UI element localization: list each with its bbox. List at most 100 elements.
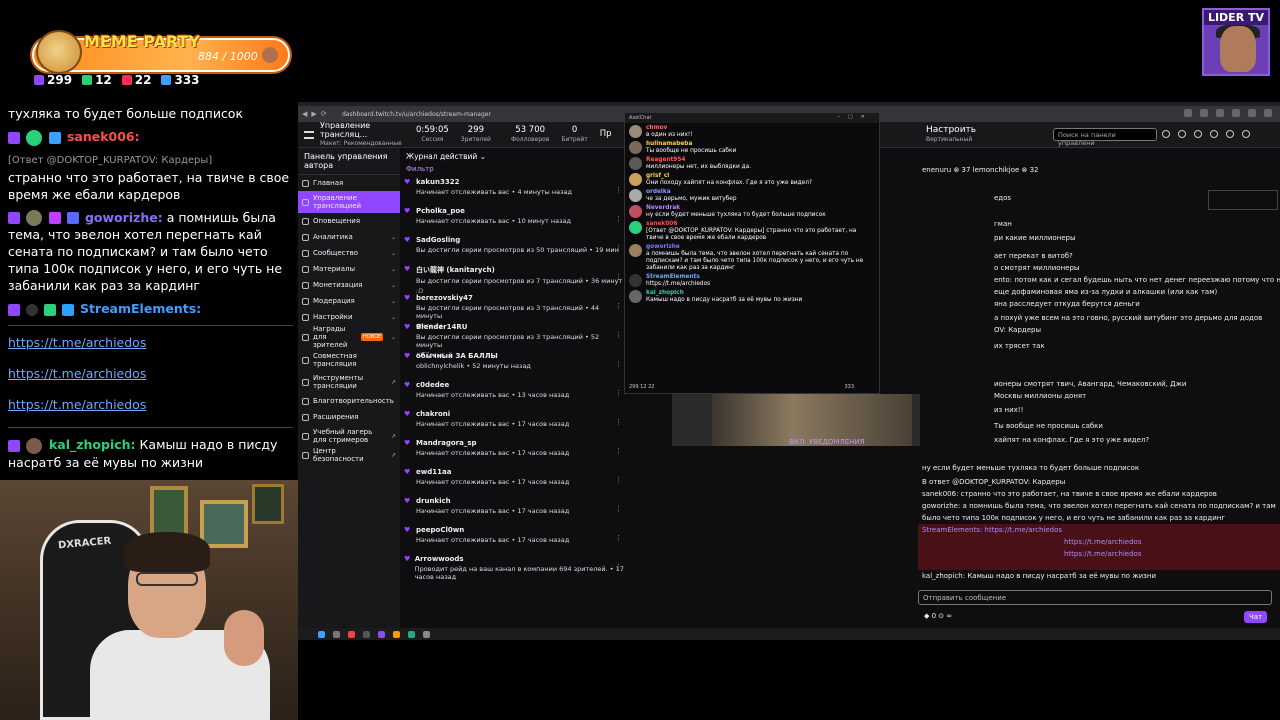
bits-icon[interactable] — [1194, 130, 1202, 138]
activity-item[interactable]: ♥ Arrowwoods Проводит рейд на ваш канал в … — [404, 555, 626, 584]
activity-item[interactable]: ♥ drunkich Начинает отслеживать вас • 17 ч… — [404, 497, 626, 526]
sidebar-item-tools[interactable]: Инструменты трансляции ↗ — [298, 371, 400, 393]
dashboard-search-input[interactable]: Поиск на панели управлени — [1053, 128, 1157, 147]
activity-user[interactable]: Blender14RU — [416, 323, 626, 331]
sidebar-item-safety[interactable]: Центр безопасности ↗ — [298, 447, 400, 463]
activity-user[interactable]: 白い龍神 (kanitarych) — [416, 265, 622, 275]
activity-item[interactable]: ♥ Mandragora_sp Начинает отслеживать вас •… — [404, 439, 626, 468]
help-icon[interactable] — [1178, 130, 1186, 138]
sidebar-item-stream-manager[interactable]: Управление трансляцией — [298, 191, 400, 213]
filter-button[interactable]: Фильтр — [406, 165, 620, 173]
notification-icon[interactable] — [1242, 130, 1250, 138]
start-icon[interactable] — [318, 630, 325, 638]
twitch-icon[interactable] — [378, 630, 385, 638]
more-options-icon[interactable]: ⋮ — [615, 476, 622, 484]
more-options-icon[interactable]: ⋮ — [615, 360, 622, 368]
sidebar-item-moderation[interactable]: Модерация ⌄ — [298, 293, 400, 309]
sidebar-item-extensions[interactable]: Расширения — [298, 409, 400, 425]
activity-user[interactable]: c0dedee — [416, 381, 569, 389]
activity-item[interactable]: ♥ обычный ЗА БАЛЛЫ oblichnylchelik • 52 ми… — [404, 352, 626, 381]
divider — [8, 325, 293, 326]
activity-user[interactable]: kakun3322 — [416, 178, 572, 186]
activity-item[interactable]: ♥ SadGosling Вы достигли серии просмотров … — [404, 236, 626, 265]
more-options-icon[interactable]: ⋮ — [615, 563, 622, 571]
send-message-input[interactable]: Отправить сообщение — [918, 590, 1272, 605]
activity-user[interactable]: chakroni — [416, 410, 569, 418]
activity-user[interactable]: berezovskiy47 — [416, 294, 626, 302]
activity-user[interactable]: обычный ЗА БАЛЛЫ — [416, 352, 531, 360]
more-options-icon[interactable]: ⋮ — [615, 447, 622, 455]
activity-user[interactable]: ewd11aa — [416, 468, 569, 476]
sidebar-item-community[interactable]: Сообщество ⌄ — [298, 245, 400, 261]
chrome-icon[interactable] — [348, 630, 355, 638]
search-icon[interactable] — [333, 630, 340, 638]
configure-button[interactable]: Настроить Вертикальный — [926, 125, 976, 145]
activity-item[interactable]: ♥ berezovskiy47 Вы достигли серии просмотр… — [404, 294, 626, 330]
window-titlebar[interactable]: AxelChat –□✕ — [625, 113, 879, 123]
app-icon[interactable] — [423, 630, 430, 638]
hamburger-menu-icon[interactable] — [304, 130, 314, 139]
notifications-toggle[interactable]: ВКЛ. УВЕДОМЛЕНИЯ — [672, 438, 982, 452]
sidebar-item-alerts[interactable]: Оповещения — [298, 213, 400, 229]
activity-user[interactable]: drunkich — [416, 497, 569, 505]
activity-user[interactable]: Pcholka_poe — [416, 207, 571, 215]
activity-user[interactable]: peepoCl0wn — [416, 526, 569, 534]
more-options-icon[interactable]: ⋮ — [615, 389, 622, 397]
follow-heart-icon: ♥ — [404, 526, 411, 534]
app-icon[interactable] — [408, 630, 415, 638]
more-options-icon[interactable]: ⋮ — [615, 505, 622, 513]
more-options-icon[interactable]: ⋮ — [615, 534, 622, 542]
sidebar-item-collab[interactable]: Совместная трансляция — [298, 349, 400, 371]
more-options-icon[interactable]: ⋮ — [615, 186, 622, 194]
activity-item[interactable]: ♥ kakun3322 Начинает отслеживать вас • 4 м… — [404, 178, 626, 207]
chevron-down-icon: ⌄ — [390, 265, 396, 273]
sidebar-item-home[interactable]: Главная — [298, 175, 400, 191]
more-options-icon[interactable]: ⋮ — [615, 418, 622, 426]
more-options-icon[interactable]: ⋮ — [615, 302, 622, 310]
sidebar-item-settings[interactable]: Настройки ⌄ — [298, 309, 400, 325]
chat-link[interactable]: https://t.me/archiedos — [8, 334, 293, 351]
extension-icon[interactable] — [1184, 109, 1192, 117]
extension-icon[interactable] — [1216, 109, 1224, 117]
sidebar-item-monetization[interactable]: Монетизация ⌄ — [298, 277, 400, 293]
search-icon[interactable] — [1162, 130, 1170, 138]
activity-item[interactable]: ♥ chakroni Начинает отслеживать вас • 17 ч… — [404, 410, 626, 439]
chat-icon[interactable] — [1226, 130, 1234, 138]
chat-link[interactable]: https://t.me/archiedos — [8, 396, 293, 413]
activity-item[interactable]: ♥ Pcholka_poe Начинает отслеживать вас • 1… — [404, 207, 626, 236]
sidebar-item-bootcamp[interactable]: Учебный лагерь для стримеров ↗ — [298, 425, 400, 447]
chevron-down-icon[interactable]: ⌄ — [480, 152, 486, 161]
more-options-icon[interactable]: ⋮ — [615, 331, 622, 339]
extension-icon[interactable] — [1248, 109, 1256, 117]
chat-button[interactable]: Чат — [1244, 611, 1268, 623]
activity-item[interactable]: ♥ Blender14RU Вы достигли серии просмотров… — [404, 323, 626, 359]
more-options-icon[interactable]: ⋮ — [615, 244, 622, 252]
nav-buttons[interactable]: ◀▶⟳ — [302, 110, 331, 118]
profile-icon[interactable] — [1264, 109, 1272, 117]
content-icon — [302, 265, 309, 273]
app-icon[interactable] — [393, 630, 400, 638]
more-options-icon[interactable]: ⋮ — [615, 273, 622, 281]
extension-icon[interactable] — [1232, 109, 1240, 117]
chat-link[interactable]: https://t.me/archiedos — [8, 365, 293, 382]
activity-item[interactable]: ♥ 白い龍神 (kanitarych) Вы достигли серии прос… — [404, 265, 626, 295]
extension-icon[interactable] — [1200, 109, 1208, 117]
app-icon[interactable] — [363, 630, 370, 638]
sidebar-item-charity[interactable]: Благотворительность — [298, 393, 400, 409]
sidebar-item-analytics[interactable]: Аналитика ⌄ — [298, 229, 400, 245]
sidebar-item-rewards[interactable]: Награды для зрителей НОВОЕ ⌄ — [298, 325, 400, 349]
activity-item[interactable]: ♥ peepoCl0wn Начинает отслеживать вас • 17… — [404, 526, 626, 555]
page-title[interactable]: Управление трансляц... Макет: Рекомендов… — [320, 121, 404, 148]
sidebar-item-content[interactable]: Материалы ⌄ — [298, 261, 400, 277]
tools-icon — [302, 378, 309, 386]
channel-points[interactable]: ◆ 0 ⊙ ∞ — [924, 612, 952, 621]
activity-item[interactable]: ♥ c0dedee Начинает отслеживать вас • 13 ча… — [404, 381, 626, 410]
window-controls[interactable]: –□✕ — [838, 114, 873, 121]
activity-user[interactable]: Arrowwoods — [415, 555, 626, 563]
more-options-icon[interactable]: ⋮ — [615, 215, 622, 223]
activity-user[interactable]: Mandragora_sp — [416, 439, 569, 447]
activity-item[interactable]: ♥ ewd11aa Начинает отслеживать вас • 17 ча… — [404, 468, 626, 497]
activity-user[interactable]: SadGosling — [416, 236, 619, 244]
url-field[interactable]: dashboard.twitch.tv/u/archiedos/stream-m… — [342, 111, 642, 118]
inbox-icon[interactable] — [1210, 130, 1218, 138]
